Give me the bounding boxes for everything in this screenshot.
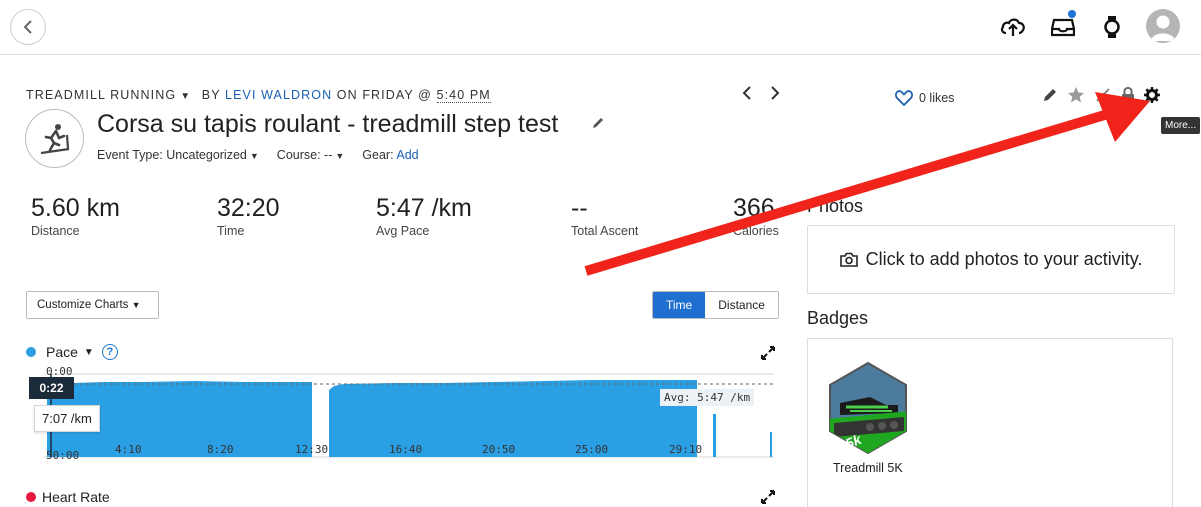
add-photos-label: Click to add photos to your activity. <box>865 249 1143 269</box>
stat-value: 366 <box>733 194 775 222</box>
customize-charts-button[interactable]: Customize Charts ▼ <box>26 291 159 319</box>
upload-icon[interactable] <box>999 13 1027 41</box>
heart-rate-legend-dot <box>26 492 36 502</box>
pace-chart-header: Pace ▼ ? <box>26 344 118 360</box>
heart-rate-chart-title[interactable]: Heart Rate <box>42 489 110 505</box>
activity-meta: Treadmill Running ▼ BY LEVI WALDRON ON FR… <box>26 88 491 103</box>
activity-type-caret-icon[interactable]: ▼ <box>180 91 191 102</box>
toggle-time[interactable]: Time <box>653 292 706 318</box>
badge-name: Treadmill 5K <box>833 461 903 475</box>
stat-time: 32:20 Time <box>217 194 280 238</box>
help-icon[interactable]: ? <box>101 344 118 360</box>
avg-pace-label: Avg: 5:47 /km <box>660 389 755 406</box>
pace-chart[interactable]: 0:00 50:00 4:10 8:20 12:30 16:40 20:50 2… <box>44 365 774 464</box>
lock-icon[interactable] <box>1121 86 1135 104</box>
previous-activity-icon[interactable] <box>740 85 754 101</box>
xtick-label: 20:50 <box>482 443 515 456</box>
likes-button[interactable]: 0 likes <box>895 90 954 106</box>
pace-chart-title[interactable]: Pace <box>46 344 78 360</box>
activity-nav <box>740 85 782 101</box>
axis-toggle: Time Distance <box>652 291 779 319</box>
notification-dot <box>1068 10 1076 18</box>
stat-label: Time <box>217 224 245 238</box>
next-activity-icon[interactable] <box>768 85 782 101</box>
gear-icon[interactable] <box>1144 87 1160 103</box>
treadmill-5k-badge[interactable]: 5k <box>826 361 910 457</box>
share-icon[interactable] <box>1094 86 1112 104</box>
star-icon[interactable] <box>1067 86 1085 104</box>
top-bar <box>0 0 1201 55</box>
add-photos-button[interactable]: Click to add photos to your activity. <box>807 225 1175 294</box>
toggle-distance[interactable]: Distance <box>705 292 778 318</box>
avatar[interactable] <box>1146 9 1180 43</box>
photos-section-title: Photos <box>807 196 864 216</box>
treadmill-running-icon <box>25 109 84 168</box>
event-type-select[interactable]: Event Type: Uncategorized ▼ <box>97 148 259 162</box>
back-button[interactable] <box>10 9 46 45</box>
xtick-label: 29:10 <box>669 443 702 456</box>
pace-spike <box>713 414 716 457</box>
stat-distance: 5.60 km Distance <box>31 194 120 238</box>
stat-avg-pace: 5:47 /km Avg Pace <box>376 194 472 238</box>
cursor-time-label: 0:22 <box>29 377 74 399</box>
stat-label: Avg Pace <box>376 224 430 238</box>
stat-value: -- <box>571 194 588 222</box>
activity-type[interactable]: Treadmill Running <box>26 88 176 102</box>
edit-title-icon[interactable] <box>591 116 605 130</box>
stat-value: 5:47 /km <box>376 194 472 222</box>
activity-actions <box>1042 86 1160 104</box>
chevron-left-icon <box>23 20 32 34</box>
camera-icon <box>839 252 858 267</box>
heart-rate-chart-header: Heart Rate <box>26 489 110 505</box>
heart-icon <box>895 90 913 106</box>
more-tooltip: More... <box>1161 117 1201 134</box>
add-gear-link[interactable]: Add <box>396 148 418 162</box>
xtick-label: 16:40 <box>389 443 422 456</box>
activity-time[interactable]: 5:40 PM <box>436 88 491 103</box>
stat-label: Total Ascent <box>571 224 639 238</box>
on-day-label: ON FRIDAY @ <box>336 88 432 102</box>
badges-panel: 5k Treadmill 5K <box>807 338 1173 507</box>
pace-spike <box>770 432 772 457</box>
edit-pencil-icon[interactable] <box>1042 87 1058 103</box>
stat-value: 32:20 <box>217 194 280 222</box>
xtick-label: 4:10 <box>115 443 142 456</box>
stat-total-ascent: -- Total Ascent <box>571 194 638 238</box>
event-info-row: Event Type: Uncategorized ▼ Course: -- ▼ G… <box>97 148 419 162</box>
cursor-value-tooltip: 7:07 /km <box>34 405 100 432</box>
badges-section-title: Badges <box>807 308 869 328</box>
expand-pace-chart-icon[interactable] <box>761 346 775 360</box>
stat-label: Calories <box>733 224 779 238</box>
stat-label: Distance <box>31 224 80 238</box>
likes-count: 0 likes <box>919 91 955 105</box>
page-title: Corsa su tapis roulant - treadmill step … <box>97 110 559 138</box>
caret-down-icon: ▼ <box>131 300 141 310</box>
ytick-bottom: 50:00 <box>46 449 79 462</box>
pace-chart-plot: 0:00 50:00 4:10 8:20 12:30 16:40 20:50 2… <box>44 365 774 462</box>
author-link[interactable]: LEVI WALDRON <box>225 88 332 102</box>
expand-heart-rate-chart-icon[interactable] <box>761 490 775 504</box>
watch-icon[interactable] <box>1098 13 1126 41</box>
stat-value: 5.60 km <box>31 194 120 222</box>
by-label: BY <box>201 88 221 102</box>
customize-charts-label: Customize Charts <box>37 299 129 311</box>
inbox-icon[interactable] <box>1049 10 1077 41</box>
xtick-label: 25:00 <box>575 443 608 456</box>
stat-calories: 366 Calories <box>733 194 779 238</box>
gear-field: Gear: Add <box>362 148 419 162</box>
course-select[interactable]: Course: -- ▼ <box>277 148 345 162</box>
pace-caret-down-icon[interactable]: ▼ <box>84 347 94 358</box>
xtick-label: 12:30 <box>295 443 328 456</box>
xtick-label: 8:20 <box>207 443 234 456</box>
pace-legend-dot <box>26 347 36 357</box>
